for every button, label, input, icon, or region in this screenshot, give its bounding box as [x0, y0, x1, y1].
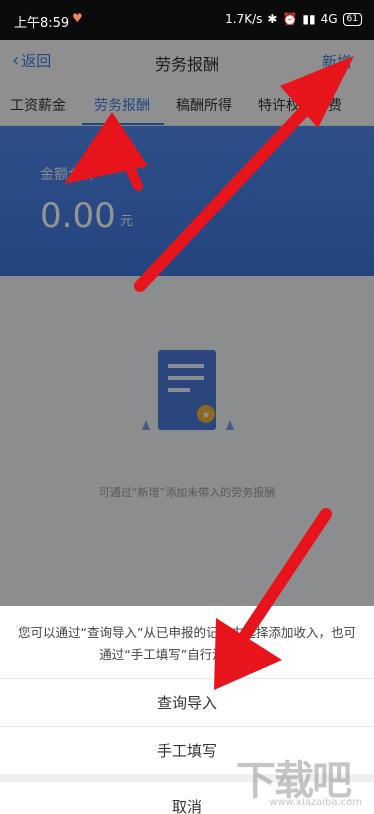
site-watermark: 下载吧 www.xiazaiba.com [236, 748, 366, 808]
bluetooth-icon: ✱ [267, 12, 278, 26]
battery-icon: 61 [342, 12, 362, 26]
signal-icon: ▮▮ [302, 12, 316, 26]
network-speed: 1.7K/s [225, 12, 263, 26]
status-time: 上午8:59 [14, 16, 70, 31]
query-import-button[interactable]: 查询导入 [0, 678, 374, 726]
status-indicators: 1.7K/s ✱ ⏰ ▮▮ 4G 61 [225, 12, 362, 26]
alarm-icon: ⏰ [282, 12, 298, 26]
status-bar: 上午8:59 ♥ 1.7K/s ✱ ⏰ ▮▮ 4G 61 [0, 0, 374, 40]
health-icon: ♥ [72, 11, 83, 25]
network-type: 4G [320, 12, 338, 26]
action-sheet-message: 您可以通过“查询导入”从已申报的记录中选择添加收入，也可通过“手工填写”自行添加… [18, 625, 356, 662]
watermark-url: www.xiazaiba.com [269, 797, 362, 808]
